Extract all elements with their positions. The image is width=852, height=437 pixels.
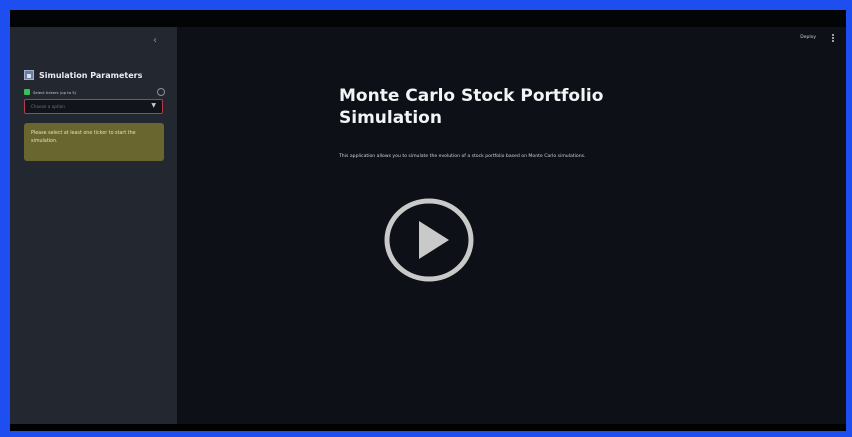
- chart-icon: [24, 70, 34, 80]
- main-content: Deploy Monte Carlo Stock Portfolio Simul…: [177, 27, 846, 431]
- sidebar-title-text: Simulation Parameters: [39, 70, 143, 80]
- chevron-left-icon[interactable]: ‹: [149, 34, 161, 48]
- checkbox-icon: [24, 89, 30, 95]
- deploy-button[interactable]: Deploy: [800, 35, 816, 40]
- sidebar-title: Simulation Parameters: [24, 69, 142, 81]
- ticker-select-placeholder: Choose a option: [31, 104, 65, 109]
- page-description: This application allows you to simulate …: [339, 154, 586, 159]
- page-title: Monte Carlo Stock Portfolio Simulation: [339, 86, 604, 128]
- help-icon[interactable]: [157, 88, 165, 96]
- ticker-field-label: Select tickers (up to 5): [33, 89, 77, 95]
- app-window: ‹ Simulation Parameters Select tickers (…: [10, 10, 846, 431]
- ticker-field-label-row: Select tickers (up to 5): [24, 87, 165, 97]
- sidebar: ‹ Simulation Parameters Select tickers (…: [10, 27, 177, 431]
- top-bar: [10, 10, 846, 27]
- warning-alert: Please select at least one ticker to sta…: [24, 123, 164, 161]
- more-vertical-icon[interactable]: [830, 33, 836, 43]
- warning-text: Please select at least one ticker to sta…: [31, 131, 136, 144]
- ticker-select[interactable]: Choose a option ▼: [24, 99, 163, 114]
- play-icon[interactable]: [383, 197, 475, 283]
- bottom-bar: [10, 424, 846, 431]
- chevron-down-icon: ▼: [151, 102, 156, 109]
